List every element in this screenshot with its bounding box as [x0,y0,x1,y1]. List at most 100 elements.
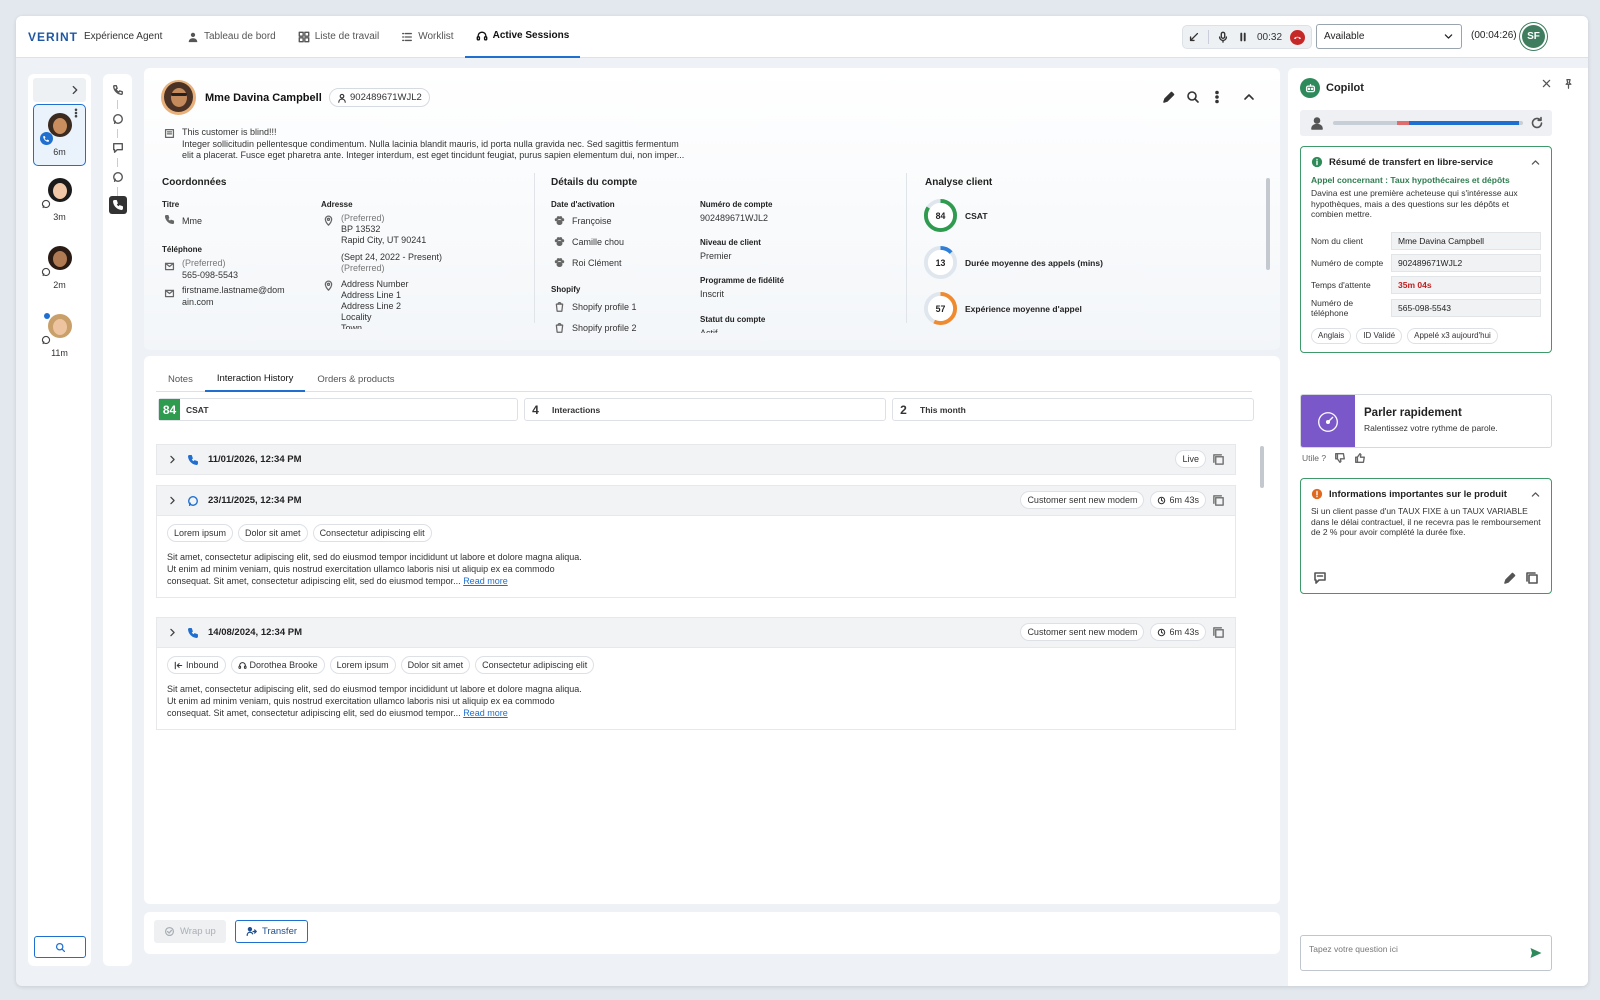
active-phone-icon[interactable] [108,196,127,214]
scrollbar[interactable] [1260,446,1264,488]
history-row[interactable]: 23/11/2025, 12:34 PM Customer sent new m… [156,485,1236,598]
gauge-label: Expérience moyenne d'appel [965,304,1082,314]
microphone-icon[interactable] [1217,31,1229,43]
copy-icon[interactable] [1525,571,1539,585]
brand: VERINT Expérience Agent [16,30,176,44]
gauge-value: 57 [936,304,946,314]
tab-dashboard[interactable]: Tableau de bord [176,16,287,58]
wrap-up-button[interactable]: Wrap up [154,920,226,943]
info-icon [1311,156,1323,168]
tab-worklist[interactable]: Worklist [390,16,464,58]
field-label: Shopify [551,285,581,294]
section-heading-coordinates: Coordonnées [162,177,227,188]
tab-interaction-history[interactable]: Interaction History [204,366,306,392]
customer-note: This customer is blind!!! Integer sollic… [164,127,724,162]
customer-name: Mme Davina Campbell [205,92,322,104]
stat-label: Interactions [552,404,601,415]
more-vertical-icon[interactable] [1210,90,1224,104]
transfer-button[interactable]: Transfer [235,920,309,943]
close-icon[interactable] [1541,78,1552,89]
gauge-value: 13 [936,258,946,268]
copy-icon[interactable] [1212,494,1225,507]
clock-icon [1158,628,1166,636]
copy-icon[interactable] [1212,453,1225,466]
chevron-right-icon[interactable] [167,454,178,465]
hangup-button[interactable] [1290,29,1306,45]
field-value: Address Line 1 [341,290,402,300]
search-icon[interactable] [1186,90,1200,104]
send-button[interactable] [1529,946,1543,960]
shopping-bag-icon [554,322,565,333]
chevron-up-icon[interactable] [1530,157,1541,168]
divider [117,100,118,109]
pause-icon[interactable] [1237,31,1249,43]
field-label: Numéro de compte [700,200,773,209]
edit-icon[interactable] [1162,90,1176,104]
note-icon [164,128,175,139]
wait-time-value: 35m 04s [1391,275,1541,294]
field-value: (Preferred) [341,213,385,223]
stat-this-month: 2 This month [892,398,1254,421]
edit-icon[interactable] [1503,571,1517,585]
tab-orders-products[interactable]: Orders & products [305,366,406,392]
session-item[interactable]: 2m [33,238,86,300]
user-avatar[interactable]: SF [1522,25,1545,48]
duration-value: 6m 43s [1169,495,1199,505]
summary-field: Numéro de compte 902489671WJL2 [1301,253,1551,272]
history-row[interactable]: 11/01/2026, 12:34 PM Live [156,444,1236,475]
field-label: Temps d'attente [1311,279,1371,290]
shopify-profile-link[interactable]: Shopify profile 2 [572,323,637,334]
comment-icon[interactable] [1313,571,1327,585]
whatsapp-icon[interactable] [112,109,124,129]
thumbs-up-icon[interactable] [1354,452,1366,464]
card-title: Parler rapidement [1364,407,1462,419]
chevron-up-icon[interactable] [1530,489,1541,500]
list-icon [402,32,413,41]
duration-value: 6m 43s [1169,627,1199,637]
pin-icon[interactable] [1563,78,1574,89]
tab-active-sessions[interactable]: Active Sessions [464,16,581,58]
session-item[interactable]: 6m [33,104,86,166]
tab-notes[interactable]: Notes [156,366,205,392]
shopify-profile-link[interactable]: Shopify profile 1 [572,302,637,313]
whatsapp-icon[interactable] [112,167,124,187]
more-vertical-icon[interactable] [71,108,81,118]
search-sessions-button[interactable] [34,936,86,958]
history-row[interactable]: 14/08/2024, 12:34 PM Customer sent new m… [156,617,1236,730]
avatar [39,177,74,210]
chevron-right-icon[interactable] [167,627,178,638]
chevron-right-icon[interactable] [167,495,178,506]
expand-sessions-button[interactable] [33,78,86,102]
copilot-question-input[interactable]: Tapez votre question ici [1300,935,1552,971]
field-value: Mme Davina Campbell [1391,231,1541,250]
read-more-link[interactable]: Read more [463,708,508,718]
status-select[interactable]: Available [1316,24,1462,49]
minimize-icon[interactable] [1188,31,1200,43]
card-header[interactable]: Informations importantes sur le produit [1301,479,1551,500]
history-row-header[interactable]: 11/01/2026, 12:34 PM [157,445,1235,474]
session-item[interactable]: 3m [33,170,86,232]
sessions-panel: 6m 3m 2m 11m [28,74,91,966]
card-header[interactable]: Résumé de transfert en libre-service [1301,147,1551,168]
thumbs-down-icon[interactable] [1334,452,1346,464]
chat-icon[interactable] [112,138,124,158]
chevron-up-icon[interactable] [1242,90,1256,104]
phone-value[interactable]: 565-098-5543 [182,270,238,281]
read-more-link[interactable]: Read more [463,576,508,586]
refresh-icon[interactable] [1530,116,1544,130]
session-item[interactable]: 11m [33,306,86,368]
phone-icon[interactable] [112,80,124,100]
tab-label: Liste de travail [314,31,380,42]
card-title: Résumé de transfert en libre-service [1329,156,1494,168]
email-value[interactable]: firstname.lastname@dom [182,285,285,296]
copy-icon[interactable] [1212,626,1225,639]
chevron-down-icon [1444,34,1453,39]
copilot-header: Copilot [1300,78,1364,98]
email-value[interactable]: ain.com [182,297,214,308]
phone-icon [188,454,198,465]
scrollbar[interactable] [1266,178,1270,270]
history-row-meta: Customer sent new modem 6m 43s [1020,623,1225,641]
tab-worklist-fr[interactable]: Liste de travail [287,16,390,58]
whatsapp-icon [39,265,53,278]
tab-label: Active Sessions [492,30,570,41]
